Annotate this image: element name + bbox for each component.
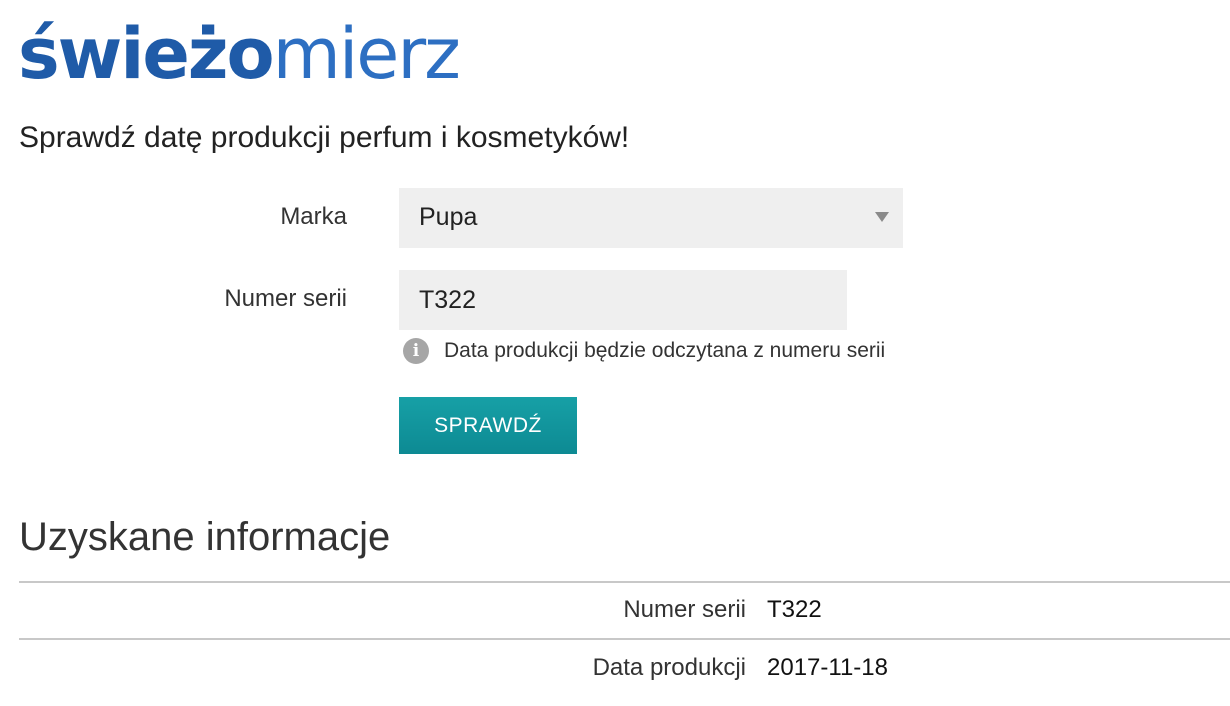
- page-subtitle: Sprawdź datę produkcji perfum i kosmetyk…: [19, 121, 630, 154]
- result-label: Numer serii: [623, 596, 746, 623]
- dropdown-arrow-icon: [875, 212, 889, 222]
- result-row-serial: Numer serii T322: [19, 592, 1230, 632]
- hint-text: Data produkcji będzie odczytana z numeru…: [444, 339, 886, 362]
- logo-part-bold: świeżo: [18, 13, 275, 95]
- site-logo[interactable]: świeżomierz: [18, 13, 461, 95]
- brand-select[interactable]: Pupa: [399, 188, 903, 248]
- divider: [19, 638, 1230, 640]
- serial-number-input[interactable]: [399, 270, 847, 330]
- result-value: T322: [767, 596, 822, 623]
- divider: [19, 581, 1230, 583]
- serial-label: Numer serii: [224, 285, 347, 312]
- brand-select-value: Pupa: [419, 203, 478, 231]
- check-button[interactable]: SPRAWDŹ: [399, 397, 577, 454]
- serial-hint: i Data produkcji będzie odczytana z nume…: [403, 338, 885, 364]
- brand-label: Marka: [280, 203, 347, 230]
- result-row-production-date: Data produkcji 2017-11-18: [19, 650, 1230, 690]
- logo-part-light: mierz: [272, 13, 461, 95]
- result-value: 2017-11-18: [767, 654, 888, 681]
- result-label: Data produkcji: [592, 654, 746, 681]
- page: świeżomierz Sprawdź datę produkcji perfu…: [0, 0, 1230, 706]
- results-title: Uzyskane informacje: [19, 515, 391, 559]
- info-icon: i: [403, 338, 429, 364]
